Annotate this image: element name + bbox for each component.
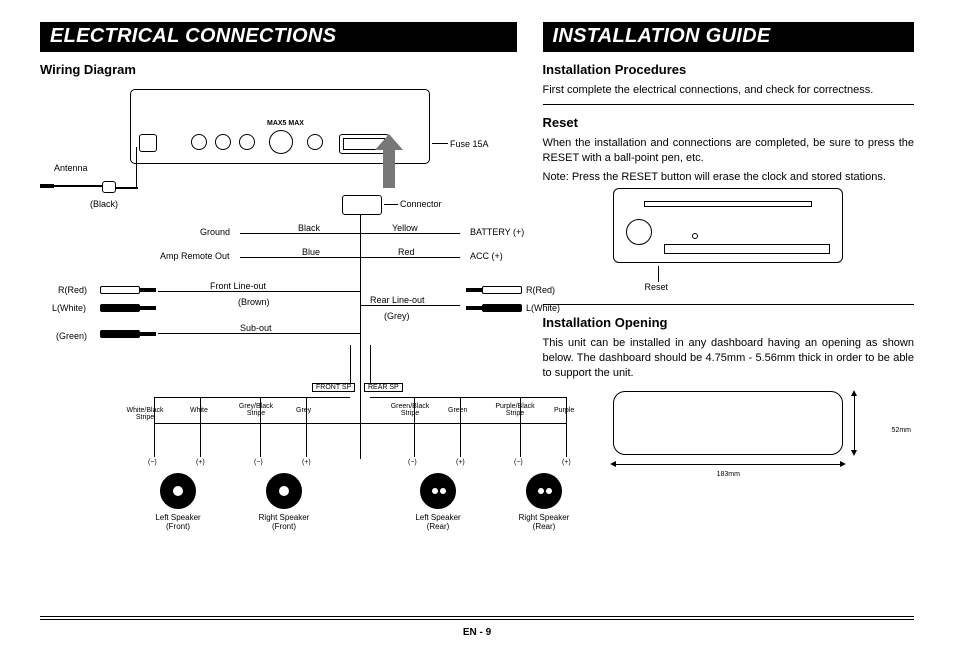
connector-box [342, 195, 382, 215]
label-rred-1: R(Red) [58, 285, 87, 295]
label-front-line: Front Line-out [210, 281, 266, 291]
reset-heading: Reset [543, 115, 915, 130]
reset-text-2: Note: Press the RESET button will erase … [543, 170, 915, 185]
label-wire-wbs: White/Black Stripe [120, 407, 170, 421]
label-acc: ACC (+) [470, 251, 503, 261]
label-black-paren: (Black) [90, 199, 118, 209]
pol-lf-n: (−) [148, 459, 157, 466]
pol-lr-p: (+) [456, 459, 465, 466]
divider-2 [543, 304, 915, 305]
caption-rr: Right Speaker(Rear) [510, 513, 578, 531]
label-wire-pbs: Purple/Black Stripe [492, 403, 538, 417]
label-wire-grey: Grey [296, 407, 311, 414]
label-ground: Ground [200, 227, 230, 237]
label-wire-gbs: Grey/Black Stripe [236, 403, 276, 417]
dim-height: 52mm [892, 427, 911, 434]
opening-heading: Installation Opening [543, 315, 915, 330]
inst-procedures-heading: Installation Procedures [543, 62, 915, 77]
label-yellow: Yellow [392, 223, 418, 233]
banner-installation: INSTALLATION GUIDE [543, 22, 915, 52]
wiring-diagram-heading: Wiring Diagram [40, 62, 517, 77]
label-wire-green: Green [448, 407, 467, 414]
caption-lr: Left Speaker(Rear) [404, 513, 472, 531]
page-number: EN - 9 [0, 627, 954, 638]
dim-width: 183mm [717, 471, 740, 478]
wiring-diagram: MAX5 MAX Fuse 15A Antenna (Black) Connec… [40, 83, 517, 573]
label-connector: Connector [400, 199, 442, 209]
rca-rear-l [462, 301, 522, 315]
banner-electrical: ELECTRICAL CONNECTIONS [40, 22, 517, 52]
antenna-icon [40, 181, 120, 191]
label-rear-line: Rear Line-out [370, 295, 425, 305]
opening-text: This unit can be installed in any dashbo… [543, 336, 915, 381]
reset-caption: Reset [645, 282, 669, 292]
pol-rr-n: (−) [514, 459, 523, 466]
footer-rule [40, 616, 914, 620]
installation-guide-section: INSTALLATION GUIDE Installation Procedur… [543, 22, 915, 582]
pol-rf-p: (+) [302, 459, 311, 466]
label-wire-white: White [190, 407, 208, 414]
rca-rear-r [462, 283, 522, 297]
label-lwhite-2: L(White) [526, 303, 560, 313]
front-panel-figure: Reset [543, 188, 915, 298]
label-grey: (Grey) [384, 311, 410, 321]
label-wire-grnbs: Green/Black Stripe [388, 403, 432, 417]
label-battery: BATTERY (+) [470, 227, 524, 237]
tag-front-sp: FRONT SP [312, 383, 355, 392]
electrical-connections-section: ELECTRICAL CONNECTIONS Wiring Diagram MA… [40, 22, 517, 582]
speaker-rear-left [420, 473, 456, 509]
label-lwhite-1: L(White) [52, 303, 86, 313]
reset-text-1: When the installation and connections ar… [543, 136, 915, 166]
caption-lf: Left Speaker(Front) [144, 513, 212, 531]
label-fuse: Fuse 15A [450, 139, 489, 149]
label-sub-out: Sub-out [240, 323, 272, 333]
label-red: Red [398, 247, 415, 257]
label-amp-remote: Amp Remote Out [160, 251, 230, 261]
rca-front-l [100, 301, 160, 315]
label-antenna: Antenna [54, 163, 88, 173]
inst-procedures-text: First complete the electrical connection… [543, 83, 915, 98]
opening-figure: 183mm 52mm [543, 391, 915, 491]
label-black: Black [298, 223, 320, 233]
label-blue: Blue [302, 247, 320, 257]
label-max: MAX5 MAX [267, 120, 304, 127]
label-brown: (Brown) [238, 297, 270, 307]
rca-front-r [100, 283, 160, 297]
arrow-icon [383, 148, 395, 188]
reset-button-dot [692, 233, 698, 239]
rca-sub [100, 327, 160, 341]
pol-lf-p: (+) [196, 459, 205, 466]
pol-rf-n: (−) [254, 459, 263, 466]
tag-rear-sp: REAR SP [364, 383, 403, 392]
speaker-front-left [160, 473, 196, 509]
speaker-front-right [266, 473, 302, 509]
caption-rf: Right Speaker(Front) [250, 513, 318, 531]
label-green-paren: (Green) [56, 331, 87, 341]
pol-lr-n: (−) [408, 459, 417, 466]
divider [543, 104, 915, 105]
